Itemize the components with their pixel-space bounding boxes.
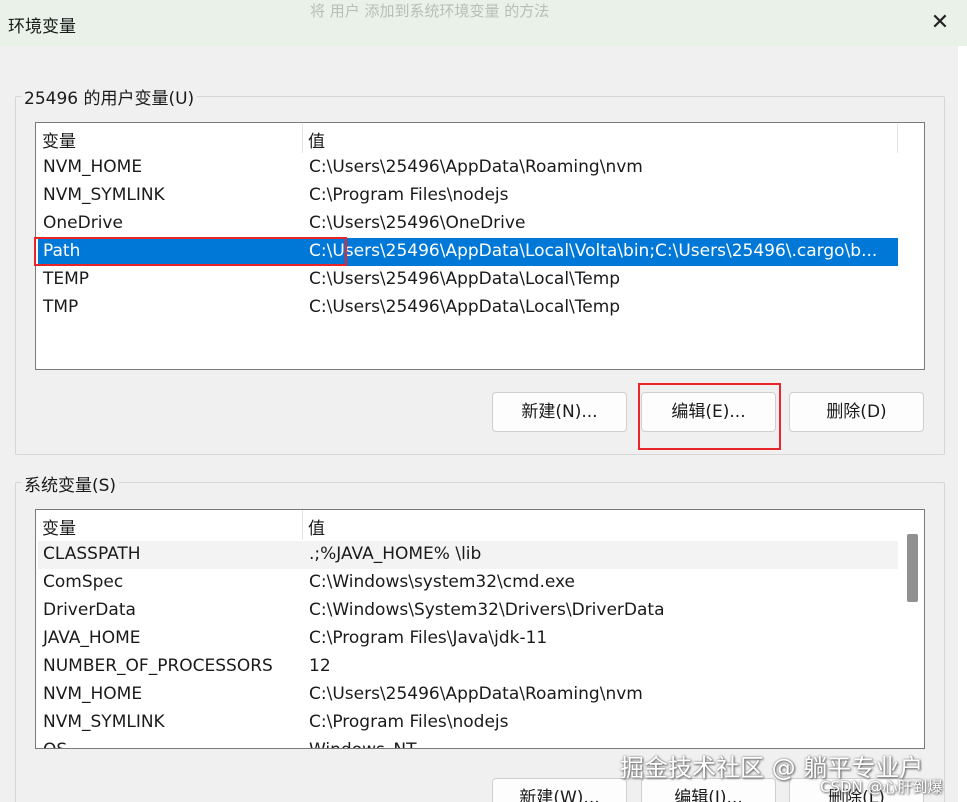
list-item[interactable]: NUMBER_OF_PROCESSORS 12 — [38, 653, 898, 681]
user-vars-legend: 25496 的用户变量(U) — [21, 84, 198, 109]
window-title: 环境变量 — [8, 17, 76, 37]
list-item[interactable]: NVM_HOME C:\Users\25496\AppData\Roaming\… — [38, 681, 898, 709]
var-value: C:\Windows\System32\Drivers\DriverData — [309, 600, 665, 620]
column-header-name[interactable]: 变量 — [42, 127, 76, 152]
column-divider[interactable] — [302, 123, 303, 153]
var-name: NVM_SYMLINK — [43, 185, 165, 205]
highlight-box-path — [34, 237, 347, 266]
var-name: DriverData — [43, 600, 136, 620]
var-name: NVM_SYMLINK — [43, 712, 165, 732]
var-value: C:\Program Files\nodejs — [309, 185, 509, 205]
var-value: C:\Users\25496\AppData\Local\Volta\bin;C… — [309, 241, 878, 261]
user-delete-button[interactable]: 删除(D) — [789, 392, 924, 432]
close-icon: ✕ — [930, 10, 950, 35]
var-value: C:\Program Files\Java\jdk-11 — [309, 628, 548, 648]
close-button[interactable]: ✕ — [920, 6, 960, 40]
list-item[interactable]: ComSpec C:\Windows\system32\cmd.exe — [38, 569, 898, 597]
highlight-box-edit — [638, 383, 781, 450]
system-vars-header: 变量 值 — [36, 510, 924, 540]
var-name: OneDrive — [43, 213, 123, 233]
system-new-button[interactable]: 新建(W)... — [492, 778, 627, 802]
var-name: CLASSPATH — [43, 544, 141, 564]
list-item[interactable]: DriverData C:\Windows\System32\Drivers\D… — [38, 597, 898, 625]
column-header-value[interactable]: 值 — [308, 514, 325, 539]
var-value: C:\Users\25496\AppData\Local\Temp — [309, 297, 621, 317]
var-value: C:\Windows\system32\cmd.exe — [309, 572, 576, 592]
var-value: 12 — [309, 656, 331, 676]
var-name: NVM_HOME — [43, 684, 143, 704]
user-new-button[interactable]: 新建(N)... — [492, 392, 627, 432]
list-item[interactable]: NVM_HOME C:\Users\25496\AppData\Roaming\… — [38, 154, 898, 182]
var-name: NVM_HOME — [43, 157, 143, 177]
list-item[interactable]: NVM_SYMLINK C:\Program Files\nodejs — [38, 709, 898, 737]
title-bar: 将 用户 添加到系统环境变量 的方法 环境变量 ✕ — [0, 0, 967, 46]
var-value: C:\Users\25496\AppData\Roaming\nvm — [309, 684, 643, 704]
column-header-name[interactable]: 变量 — [42, 514, 76, 539]
watermark-subtext: CSDN @心肝到爆 — [820, 778, 943, 796]
user-vars-header: 变量 值 — [36, 123, 924, 153]
var-value: C:\Users\25496\AppData\Roaming\nvm — [309, 157, 643, 177]
var-name: TMP — [43, 297, 79, 317]
list-item[interactable]: NVM_SYMLINK C:\Program Files\nodejs — [38, 182, 898, 210]
var-name: NUMBER_OF_PROCESSORS — [43, 656, 273, 676]
var-name: ComSpec — [43, 572, 124, 592]
list-item[interactable]: CLASSPATH .;%JAVA_HOME% \lib — [38, 541, 898, 569]
list-item[interactable]: TEMP C:\Users\25496\AppData\Local\Temp — [38, 266, 898, 294]
var-value: .;%JAVA_HOME% \lib — [309, 544, 482, 564]
var-value: C:\Users\25496\OneDrive — [309, 213, 526, 233]
var-name: OS — [43, 740, 67, 748]
var-value: C:\Program Files\nodejs — [309, 712, 509, 732]
list-item[interactable]: TMP C:\Users\25496\AppData\Local\Temp — [38, 294, 898, 322]
var-name: TEMP — [43, 269, 90, 289]
system-vars-list[interactable]: 变量 值 CLASSPATH .;%JAVA_HOME% \lib ComSpe… — [35, 509, 925, 749]
column-divider[interactable] — [302, 510, 303, 540]
list-item[interactable]: OneDrive C:\Users\25496\OneDrive — [38, 210, 898, 238]
column-divider[interactable] — [897, 123, 898, 153]
var-name: JAVA_HOME — [43, 628, 141, 648]
background-window-text: 将 用户 添加到系统环境变量 的方法 — [310, 2, 550, 20]
scrollbar-thumb[interactable] — [907, 534, 918, 602]
background-window-edge — [958, 46, 967, 802]
system-vars-legend: 系统变量(S) — [21, 471, 120, 496]
list-item[interactable]: JAVA_HOME C:\Program Files\Java\jdk-11 — [38, 625, 898, 653]
vertical-scrollbar[interactable] — [900, 510, 924, 748]
column-header-value[interactable]: 值 — [308, 127, 325, 152]
var-value: C:\Users\25496\AppData\Local\Temp — [309, 269, 621, 289]
